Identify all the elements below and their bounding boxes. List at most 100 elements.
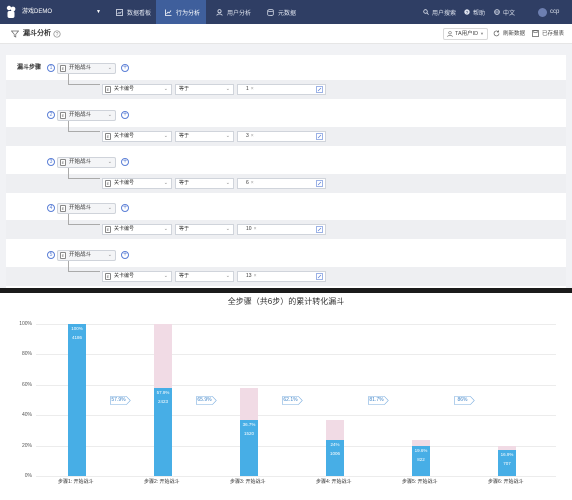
edit-icon[interactable]	[316, 226, 323, 233]
chevron-down-icon: ⌄	[225, 86, 230, 92]
help-link[interactable]: ? 帮助	[464, 0, 485, 24]
filter-property-select[interactable]: E 关卡编号 ⌄	[102, 84, 172, 95]
avatar	[538, 7, 547, 17]
step-conversion-badge: 57.9%	[110, 396, 131, 405]
add-filter-button[interactable]: +	[121, 111, 129, 119]
edit-icon[interactable]	[316, 133, 323, 140]
info-icon[interactable]: ?	[53, 30, 61, 38]
filter-property-select[interactable]: E 关卡编号 ⌄	[102, 224, 172, 235]
project-name[interactable]: 游戏DEMO	[22, 9, 52, 16]
filter-value-tag: 13 ×	[246, 272, 256, 281]
y-tick-label: 20%	[21, 443, 32, 449]
edit-icon[interactable]	[316, 86, 323, 93]
edit-icon[interactable]	[316, 180, 323, 187]
filter-operator-value: 等于	[179, 180, 190, 186]
gridline	[36, 476, 556, 477]
filter-property-value: 关卡编号	[114, 226, 135, 232]
filter-property-select[interactable]: E 关卡编号 ⌄	[102, 131, 172, 142]
bar-percent-label: 57.9%	[156, 390, 170, 395]
filter-value-tag: 3 ×	[246, 132, 254, 141]
add-filter-button[interactable]: +	[121, 64, 129, 72]
id-type-select[interactable]: TA用户ID ▼	[443, 28, 488, 40]
bar-percent-label: 36.7%	[242, 422, 256, 427]
top-nav: 游戏DEMO ▼ 数据看板 行为分析 用户分析 元数据 用户搜索 ? 帮助 中文…	[0, 0, 572, 24]
add-filter-button[interactable]: +	[121, 158, 129, 166]
filter-operator-select[interactable]: 等于 ⌄	[175, 271, 234, 282]
bar-count-label: 4186	[71, 335, 82, 340]
refresh-button[interactable]: 刷新数据	[493, 30, 525, 38]
gridline	[36, 385, 556, 386]
edit-icon[interactable]	[316, 273, 323, 280]
chevron-down-icon: ⌄	[107, 159, 112, 165]
remove-tag-icon[interactable]: ×	[251, 86, 254, 92]
x-tick-label: 步骤4: 开始战斗	[316, 479, 352, 485]
add-filter-button[interactable]: +	[121, 251, 129, 259]
step-conversion-badge: 65.9%	[196, 396, 217, 405]
nav-tab-user-analysis[interactable]: 用户分析	[207, 0, 257, 24]
step-conversion-label: 65.9%	[197, 397, 212, 403]
remove-tag-icon[interactable]: ×	[251, 133, 254, 139]
step-event-value: 开始战斗	[69, 205, 92, 211]
filter-operator-value: 等于	[179, 226, 190, 232]
step-event-select[interactable]: E 开始战斗 ⌄	[57, 250, 116, 261]
funnel-bar[interactable]	[240, 420, 258, 476]
nav-tab-dashboard[interactable]: 数据看板	[108, 0, 156, 24]
filter-property-value: 关卡编号	[114, 273, 135, 279]
filter-value-input[interactable]: 3 ×	[237, 131, 326, 142]
chevron-down-icon: ⌄	[163, 180, 168, 186]
nav-tab-behavior-analysis[interactable]: 行为分析	[156, 0, 206, 24]
filter-value-input[interactable]: 13 ×	[237, 271, 326, 282]
trend-chart-icon	[164, 8, 172, 16]
chevron-down-icon: ⌄	[163, 226, 168, 232]
remove-tag-icon[interactable]: ×	[251, 180, 254, 186]
filter-value-input[interactable]: 6 ×	[237, 178, 326, 189]
nav-tab-label: 用户分析	[227, 10, 252, 17]
save-icon	[532, 30, 539, 37]
step-number: 4	[47, 204, 55, 212]
help-icon: ?	[464, 9, 470, 15]
filter-connector	[68, 121, 100, 132]
add-filter-button[interactable]: +	[121, 204, 129, 212]
step-number: 1	[47, 64, 55, 72]
step-number: 3	[47, 158, 55, 166]
filter-connector	[68, 261, 100, 272]
chevron-down-icon: ⌄	[225, 273, 230, 279]
remove-tag-icon[interactable]: ×	[254, 273, 257, 279]
step-event-select[interactable]: E 开始战斗 ⌄	[57, 203, 116, 214]
filter-operator-select[interactable]: 等于 ⌄	[175, 178, 234, 189]
event-icon: E	[60, 112, 66, 119]
filter-value-input[interactable]: 1 ×	[237, 84, 326, 95]
filter-value-input[interactable]: 10 ×	[237, 224, 326, 235]
chevron-down-icon: ⌄	[107, 252, 112, 258]
filter-operator-value: 等于	[179, 273, 190, 279]
step-event-select[interactable]: E 开始战斗 ⌄	[57, 157, 116, 168]
chevron-down-icon: ⌄	[225, 226, 230, 232]
step-event-select[interactable]: E 开始战斗 ⌄	[57, 110, 116, 121]
step-number: 5	[47, 251, 55, 259]
language-switch[interactable]: 中文	[494, 0, 515, 24]
filter-property-value: 关卡编号	[114, 133, 135, 139]
event-icon: E	[60, 65, 66, 72]
filter-property-select[interactable]: E 关卡编号 ⌄	[102, 178, 172, 189]
filter-operator-select[interactable]: 等于 ⌄	[175, 131, 234, 142]
filter-value-text: 3	[246, 133, 249, 139]
step-conversion-label: 86%	[457, 397, 468, 403]
filter-connector	[68, 168, 100, 179]
chevron-down-icon: ▼	[480, 31, 484, 36]
filter-property-select[interactable]: E 关卡编号 ⌄	[102, 271, 172, 282]
saved-reports-button[interactable]: 已存报表	[532, 30, 564, 38]
step-event-select[interactable]: E 开始战斗 ⌄	[57, 63, 116, 74]
x-tick-label: 步骤5: 开始战斗	[402, 479, 438, 485]
project-dropdown-icon[interactable]: ▼	[96, 9, 101, 16]
filter-operator-select[interactable]: 等于 ⌄	[175, 224, 234, 235]
remove-tag-icon[interactable]: ×	[254, 226, 257, 232]
user-search-link[interactable]: 用户搜索	[423, 0, 456, 24]
filter-value-text: 13	[246, 273, 252, 279]
bar-percent-label: 100%	[71, 326, 83, 331]
nav-tab-metadata[interactable]: 元数据	[259, 0, 305, 24]
id-type-value: TA用户ID	[455, 31, 479, 37]
user-menu[interactable]: ccp	[538, 0, 559, 24]
funnel-bar[interactable]	[68, 324, 86, 476]
bar-percent-label: 16.9%	[500, 452, 514, 457]
filter-operator-select[interactable]: 等于 ⌄	[175, 84, 234, 95]
